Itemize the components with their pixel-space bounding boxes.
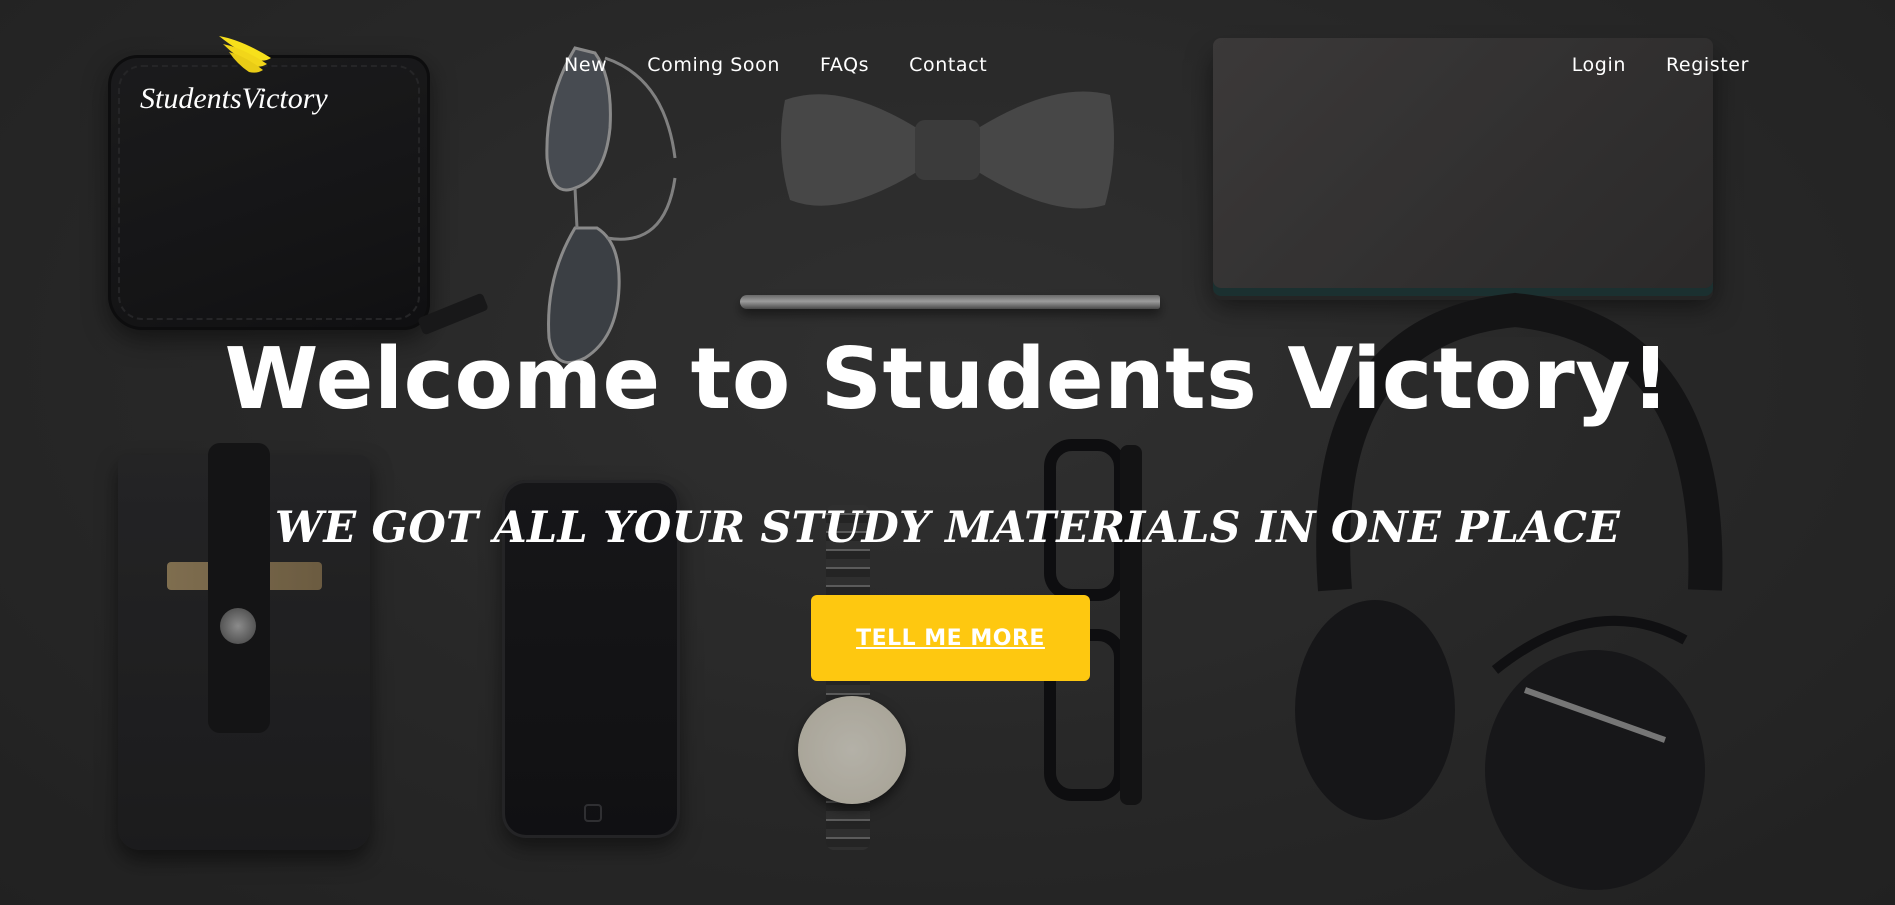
- hero-title: Welcome to Students Victory!: [224, 330, 1671, 429]
- hero-subtitle: WE GOT ALL YOUR STUDY MATERIALS IN ONE P…: [274, 503, 1621, 553]
- main-navbar: StudentsVictory New Coming Soon FAQs Con…: [0, 0, 1895, 115]
- hero-section: StudentsVictory New Coming Soon FAQs Con…: [0, 0, 1895, 905]
- nav-link-register[interactable]: Register: [1666, 54, 1749, 76]
- strap-image: [208, 443, 270, 733]
- primary-nav-links: New Coming Soon FAQs Contact: [564, 52, 987, 78]
- watch-face-image: [798, 696, 906, 804]
- wing-icon: [219, 36, 271, 73]
- brand-logo-link[interactable]: StudentsVictory: [140, 30, 350, 120]
- nav-link-new[interactable]: New: [564, 54, 607, 76]
- snap-button-image: [220, 608, 256, 644]
- nav-link-faqs[interactable]: FAQs: [820, 54, 869, 76]
- nav-link-contact[interactable]: Contact: [909, 54, 987, 76]
- tell-me-more-button[interactable]: TELL ME MORE: [811, 595, 1090, 681]
- pen-image: [740, 295, 1160, 309]
- brand-name: StudentsVictory: [140, 82, 328, 115]
- nav-link-login[interactable]: Login: [1572, 54, 1626, 76]
- nav-link-coming-soon[interactable]: Coming Soon: [647, 54, 780, 76]
- account-nav-links: Login Register: [1572, 52, 1749, 78]
